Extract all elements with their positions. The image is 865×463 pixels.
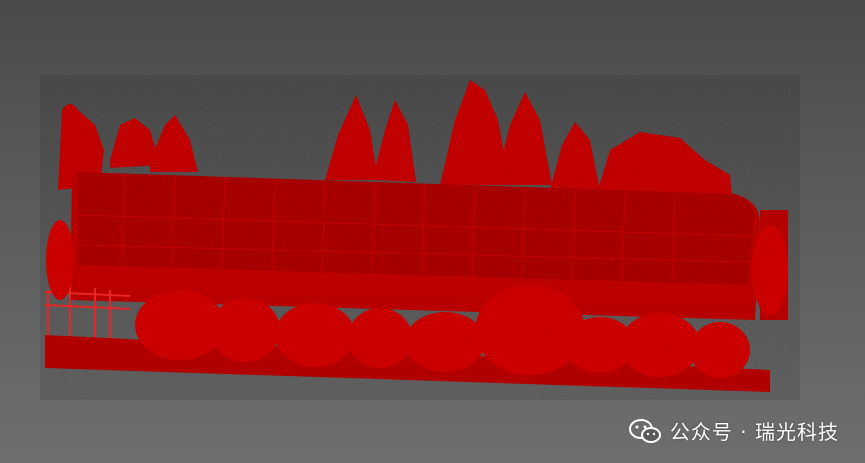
watermark: 公众号 · 瑞光科技 bbox=[628, 416, 839, 445]
watermark-text: 公众号 · 瑞光科技 bbox=[669, 420, 839, 444]
point-cloud-view bbox=[40, 75, 800, 400]
point-noise-texture bbox=[40, 75, 800, 400]
wechat-icon bbox=[628, 418, 661, 443]
